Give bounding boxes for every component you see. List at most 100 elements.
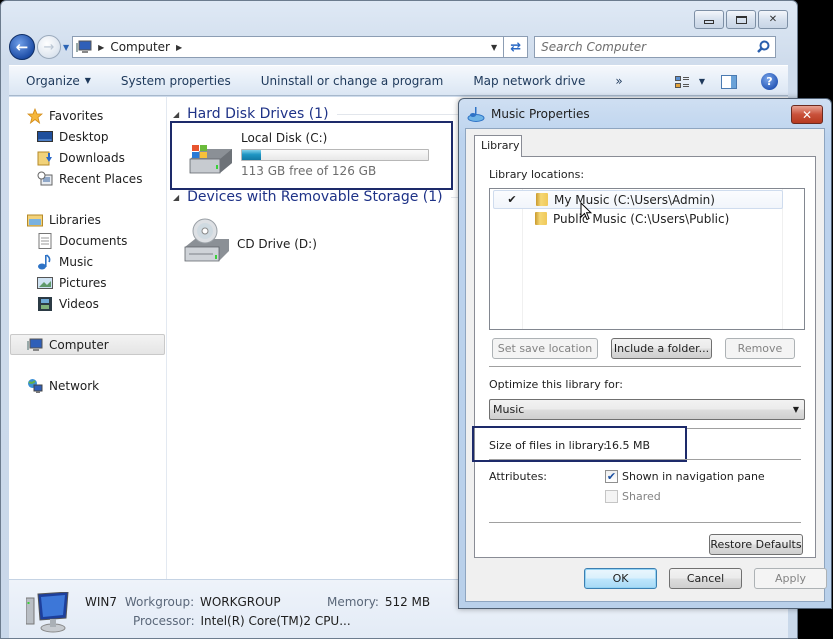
maximize-button[interactable] [726, 10, 756, 29]
chevron-down-icon: ▼ [792, 405, 799, 414]
nav-pictures[interactable]: Pictures [9, 272, 166, 293]
location-row-public-music[interactable]: Public Music (C:\Users\Public) [493, 209, 783, 228]
documents-icon [37, 232, 53, 249]
workgroup-label: Workgroup: [124, 595, 195, 609]
nav-videos[interactable]: Videos [9, 293, 166, 314]
organize-menu[interactable]: Organize ▼ [26, 74, 91, 88]
group-header-removable-storage[interactable]: ◢ Devices with Removable Storage (1) [173, 189, 471, 205]
drive-c-free-space: 113 GB free of 126 GB [241, 164, 377, 178]
library-locations-list[interactable]: ✔ My Music (C:\Users\Admin) Public Music… [489, 188, 805, 330]
nav-documents[interactable]: Documents [9, 230, 166, 251]
desktop-icon [37, 129, 53, 145]
shared-label[interactable]: Shared [622, 490, 661, 503]
nav-recent-places[interactable]: Recent Places [9, 168, 166, 189]
navigation-bar: ← → ▼ ▶ Computer ▶ ▼ ⇄ [9, 34, 788, 60]
divider [687, 428, 801, 429]
details-memory: Memory: 512 MB [327, 595, 430, 609]
star-icon [27, 107, 43, 124]
map-network-drive-button[interactable]: Map network drive [473, 74, 585, 88]
pictures-icon [37, 275, 53, 291]
uninstall-program-button[interactable]: Uninstall or change a program [261, 74, 444, 88]
include-folder-button[interactable]: Include a folder... [611, 338, 712, 359]
address-history-dropdown[interactable]: ▼ [491, 43, 497, 52]
forward-button[interactable]: → [37, 35, 61, 59]
nav-recent-places-label: Recent Places [59, 171, 143, 186]
breadcrumb-separator-icon[interactable]: ▶ [98, 43, 104, 52]
change-view-icon[interactable] [674, 75, 689, 89]
network-group: Network [9, 375, 166, 396]
restore-defaults-button[interactable]: Restore Defaults [709, 534, 803, 555]
search-icon[interactable] [757, 40, 770, 56]
shown-in-nav-checkbox[interactable]: ✔ [605, 470, 618, 483]
refresh-icon: ⇄ [510, 39, 522, 55]
drive-local-disk-c[interactable]: Local Disk (C:) 113 GB free of 126 GB [170, 121, 453, 190]
nav-computer-label: Computer [49, 337, 109, 352]
collapse-triangle-icon[interactable]: ◢ [173, 110, 179, 119]
music-library-icon [467, 106, 485, 122]
nav-libraries[interactable]: Libraries [9, 209, 166, 230]
breadcrumb-computer[interactable]: Computer [110, 40, 170, 54]
view-options-dropdown[interactable]: ▼ [699, 77, 705, 86]
shown-in-nav-label[interactable]: Shown in navigation pane [622, 470, 765, 483]
memory-value: 512 MB [384, 595, 431, 609]
nav-network[interactable]: Network [9, 375, 166, 396]
search-input[interactable] [541, 40, 742, 54]
cancel-button[interactable]: Cancel [669, 568, 742, 589]
dialog-close-button[interactable]: ✕ [791, 105, 823, 124]
back-button[interactable]: ← [9, 34, 35, 60]
computer-icon [27, 337, 43, 353]
music-note-icon [37, 253, 53, 270]
shared-checkbox[interactable] [605, 490, 618, 503]
divider [489, 522, 801, 523]
close-button[interactable]: ✕ [758, 10, 788, 29]
drive-c-info: Local Disk (C:) 113 GB free of 126 GB [241, 131, 429, 178]
collapse-triangle-icon[interactable]: ◢ [173, 193, 179, 202]
save-location-check-icon: ✔ [507, 193, 517, 206]
nav-favorites-label: Favorites [49, 108, 104, 123]
preview-pane-icon[interactable] [721, 74, 737, 89]
arrow-right-icon: → [43, 39, 55, 55]
set-save-location-button[interactable]: Set save location [492, 338, 598, 359]
ok-button[interactable]: OK [584, 568, 657, 589]
location-row-my-music[interactable]: ✔ My Music (C:\Users\Admin) [493, 190, 783, 209]
drive-c-usage-fill [242, 150, 262, 160]
refresh-button[interactable]: ⇄ [504, 36, 529, 58]
breadcrumb-separator-icon[interactable]: ▶ [176, 43, 182, 52]
more-commands-button[interactable]: » [615, 74, 622, 88]
drive-cd-d[interactable]: CD Drive (D:) [183, 217, 383, 265]
apply-button[interactable]: Apply [754, 568, 827, 589]
optimize-select[interactable]: Music ▼ [489, 399, 805, 420]
dialog-titlebar[interactable]: Music Properties [467, 106, 590, 122]
help-icon[interactable]: ? [761, 73, 778, 90]
optimize-label: Optimize this library for: [489, 378, 623, 391]
nav-music[interactable]: Music [9, 251, 166, 272]
minimize-icon [704, 20, 714, 24]
minimize-button[interactable] [694, 10, 724, 29]
close-icon: ✕ [768, 14, 778, 25]
workgroup-value: WORKGROUP [199, 595, 281, 609]
tab-library[interactable]: Library [474, 135, 522, 157]
recent-pages-dropdown[interactable]: ▼ [63, 43, 69, 52]
drive-c-name: Local Disk (C:) [241, 131, 328, 145]
nav-downloads-label: Downloads [59, 150, 125, 165]
nav-favorites[interactable]: Favorites [9, 105, 166, 126]
memory-label: Memory: [327, 595, 379, 609]
recent-places-icon [37, 171, 53, 187]
libraries-group: Libraries Documents Music Pictures Video… [9, 209, 166, 314]
nav-desktop[interactable]: Desktop [9, 126, 166, 147]
system-properties-button[interactable]: System properties [121, 74, 231, 88]
videos-film-icon [37, 296, 53, 312]
nav-downloads[interactable]: Downloads [9, 147, 166, 168]
nav-computer[interactable]: Computer [10, 334, 165, 355]
arrow-left-icon: ← [15, 38, 29, 56]
drive-d-name: CD Drive (D:) [237, 237, 317, 251]
nav-documents-label: Documents [59, 233, 128, 248]
organize-label: Organize [26, 73, 80, 88]
remove-button[interactable]: Remove [725, 338, 795, 359]
dialog-client-area: Library Library locations: ✔ My Music (C… [465, 128, 827, 602]
address-bar[interactable]: ▶ Computer ▶ ▼ [72, 36, 505, 58]
computer-icon [76, 40, 92, 54]
computer-large-icon [25, 591, 70, 634]
computer-name: WIN7 [85, 595, 118, 609]
divider [489, 459, 801, 460]
